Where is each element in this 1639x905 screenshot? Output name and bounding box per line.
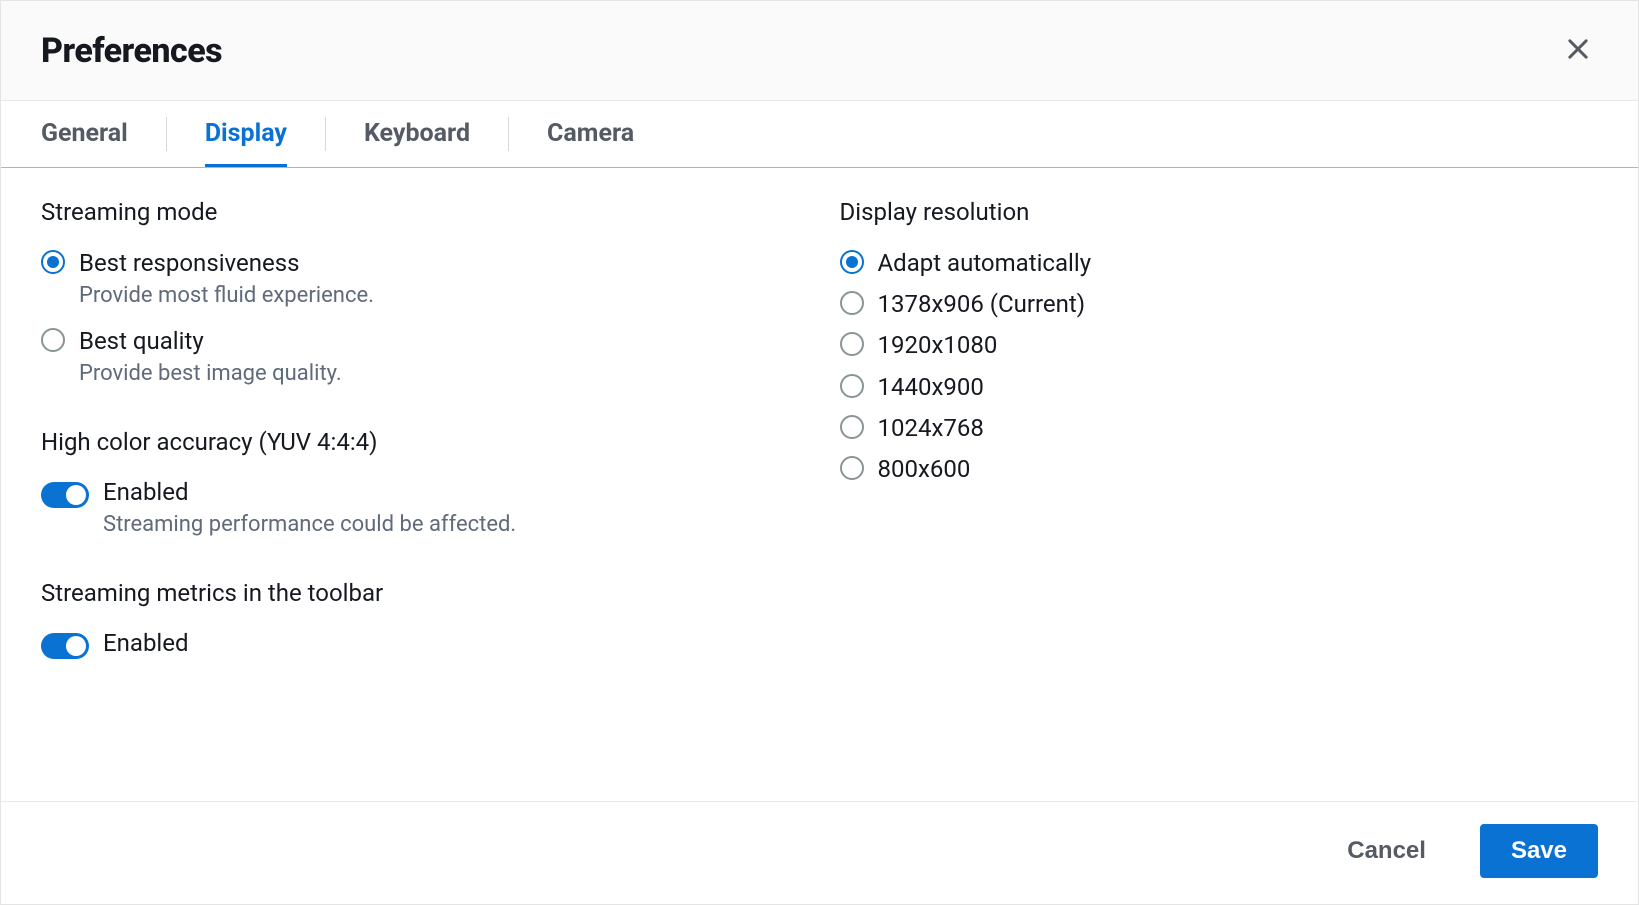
streaming-mode-section: Streaming mode Best responsiveness Provi…: [41, 198, 800, 386]
section-title: High color accuracy (YUV 4:4:4): [41, 428, 800, 456]
toggle-description: Streaming performance could be affected.: [103, 512, 516, 537]
radio-label: 1440x900: [878, 372, 984, 403]
radio-option-1440[interactable]: 1440x900: [840, 372, 1599, 403]
radio-option-best-quality[interactable]: Best quality Provide best image quality.: [41, 326, 800, 386]
left-column: Streaming mode Best responsiveness Provi…: [41, 198, 800, 781]
radio-input[interactable]: [840, 456, 864, 480]
tab-keyboard[interactable]: Keyboard: [364, 101, 470, 167]
close-button[interactable]: [1558, 29, 1598, 72]
radio-option-1920[interactable]: 1920x1080: [840, 330, 1599, 361]
radio-input[interactable]: [840, 415, 864, 439]
radio-option-800[interactable]: 800x600: [840, 454, 1599, 485]
tab-general[interactable]: General: [41, 101, 128, 167]
radio-input[interactable]: [41, 250, 65, 274]
save-button[interactable]: Save: [1480, 824, 1598, 878]
radio-input[interactable]: [840, 291, 864, 315]
toggle-label: Enabled: [103, 478, 516, 506]
radio-option-best-responsiveness[interactable]: Best responsiveness Provide most fluid e…: [41, 248, 800, 308]
section-title: Streaming mode: [41, 198, 800, 226]
radio-input[interactable]: [840, 332, 864, 356]
tab-display[interactable]: Display: [205, 101, 287, 167]
radio-option-adapt[interactable]: Adapt automatically: [840, 248, 1599, 279]
radio-description: Provide best image quality.: [79, 361, 342, 386]
tabs: General Display Keyboard Camera: [1, 101, 1638, 168]
toggle-switch[interactable]: [41, 633, 89, 659]
radio-description: Provide most fluid experience.: [79, 283, 374, 308]
radio-input[interactable]: [41, 328, 65, 352]
radio-label: Best responsiveness: [79, 248, 374, 279]
radio-label: 1920x1080: [878, 330, 998, 361]
radio-label: 1024x768: [878, 413, 984, 444]
toggle-switch[interactable]: [41, 482, 89, 508]
radio-option-current[interactable]: 1378x906 (Current): [840, 289, 1599, 320]
radio-input[interactable]: [840, 374, 864, 398]
dialog-header: Preferences: [1, 1, 1638, 101]
section-title: Streaming metrics in the toolbar: [41, 579, 800, 607]
tab-separator: [508, 117, 509, 151]
close-icon: [1564, 35, 1592, 63]
metrics-section: Streaming metrics in the toolbar Enabled: [41, 579, 800, 659]
color-accuracy-toggle-row: Enabled Streaming performance could be a…: [41, 478, 800, 537]
color-accuracy-section: High color accuracy (YUV 4:4:4) Enabled …: [41, 428, 800, 537]
dialog-body: Streaming mode Best responsiveness Provi…: [1, 168, 1638, 801]
cancel-button[interactable]: Cancel: [1317, 825, 1456, 877]
right-column: Display resolution Adapt automatically 1…: [840, 198, 1599, 781]
preferences-dialog: Preferences General Display Keyboard Cam…: [0, 0, 1639, 905]
dialog-footer: Cancel Save: [1, 801, 1638, 904]
tab-separator: [166, 117, 167, 151]
radio-label: Best quality: [79, 326, 342, 357]
metrics-toggle-row: Enabled: [41, 629, 800, 659]
radio-label: 800x600: [878, 454, 971, 485]
section-title: Display resolution: [840, 198, 1599, 226]
tab-camera[interactable]: Camera: [547, 101, 634, 167]
radio-option-1024[interactable]: 1024x768: [840, 413, 1599, 444]
dialog-title: Preferences: [41, 31, 222, 71]
radio-input[interactable]: [840, 250, 864, 274]
radio-label: 1378x906 (Current): [878, 289, 1086, 320]
resolution-section: Display resolution Adapt automatically 1…: [840, 198, 1599, 485]
tab-separator: [325, 117, 326, 151]
radio-label: Adapt automatically: [878, 248, 1092, 279]
toggle-label: Enabled: [103, 629, 189, 657]
